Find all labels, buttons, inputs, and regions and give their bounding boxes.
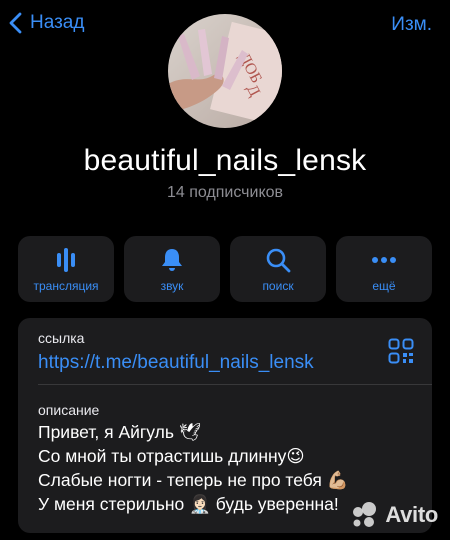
- divider: [38, 384, 432, 385]
- more-icon: [372, 257, 396, 263]
- edit-button[interactable]: Изм.: [391, 14, 432, 36]
- chevron-left-icon: [9, 12, 22, 34]
- link-caption: ссылка: [38, 330, 85, 346]
- description-line: Привет, я Айгуль 🕊: [38, 422, 202, 442]
- broadcast-button[interactable]: трансляция: [18, 236, 114, 302]
- avatar[interactable]: ДОБ Д: [168, 14, 282, 128]
- channel-name: beautiful_nails_lensk: [83, 144, 367, 177]
- description-line: Со мной ты отрастишь длинну😉: [38, 446, 305, 466]
- back-button[interactable]: Назад: [8, 12, 84, 34]
- description-text: Привет, я Айгуль 🕊 Со мной ты отрастишь …: [38, 420, 349, 516]
- search-button[interactable]: поиск: [230, 236, 326, 302]
- watermark-text: Avito: [385, 502, 438, 527]
- avito-logo-icon: [353, 502, 377, 527]
- description-line: Слабые ногти - теперь не про тебя 💪🏼: [38, 470, 349, 490]
- description-line: У меня стерильно 👩🏻‍⚕️ будь уверенна!: [38, 494, 339, 514]
- sound-label: звук: [160, 279, 184, 293]
- qr-code-icon[interactable]: [388, 338, 414, 364]
- avatar-image: ДОБ Д: [168, 14, 282, 128]
- broadcast-label: трансляция: [33, 279, 99, 293]
- subscriber-count: 14 подписчиков: [166, 184, 284, 201]
- sound-button[interactable]: звук: [124, 236, 220, 302]
- bell-icon: [162, 249, 182, 271]
- search-label: поиск: [262, 279, 294, 293]
- avito-watermark: Avito: [349, 500, 438, 530]
- more-label: ещё: [372, 279, 396, 293]
- description-caption: описание: [38, 402, 100, 418]
- search-icon: [266, 248, 291, 273]
- back-label: Назад: [30, 12, 85, 33]
- more-button[interactable]: ещё: [336, 236, 432, 302]
- action-bar: трансляция звук поиск ещё: [18, 236, 432, 302]
- channel-link[interactable]: https://t.me/beautiful_nails_lensk: [38, 352, 314, 374]
- broadcast-icon: [57, 248, 75, 272]
